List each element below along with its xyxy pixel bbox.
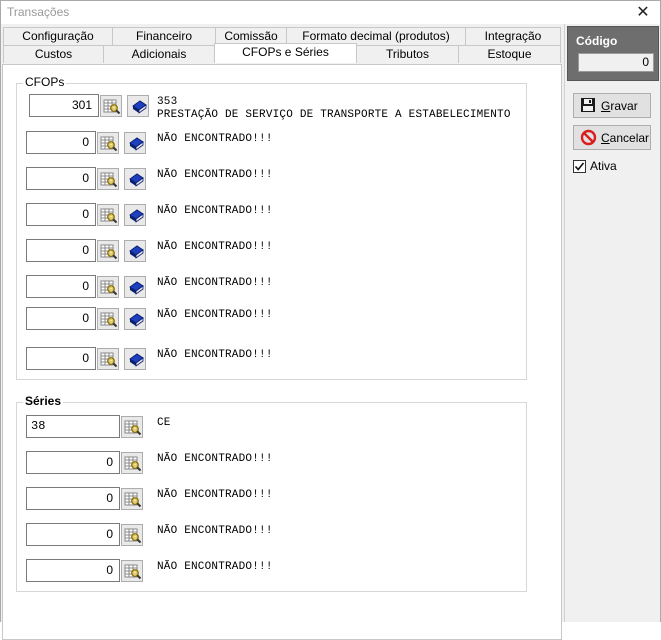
cancel-circle-icon (580, 129, 597, 146)
title-bar: Transações ✕ (1, 1, 660, 24)
cfops-description-line2: PRESTAÇÃO DE SERVIÇO DE TRANSPORTE A EST… (157, 109, 511, 121)
series-code-input[interactable]: 0 (26, 523, 120, 546)
search-table-icon[interactable] (121, 416, 143, 438)
codigo-label: Código (576, 34, 618, 48)
blue-book-icon[interactable] (124, 168, 146, 190)
cfops-description: NÃO ENCONTRADO!!! (157, 309, 273, 321)
series-description: NÃO ENCONTRADO!!! (157, 561, 273, 573)
cfops-group: CFOPs (16, 75, 527, 380)
cfops-description: NÃO ENCONTRADO!!! (157, 133, 273, 145)
series-description: NÃO ENCONTRADO!!! (157, 453, 273, 465)
search-table-icon[interactable] (97, 276, 119, 298)
blue-book-icon[interactable] (124, 348, 146, 370)
tab-adicionais[interactable]: Adicionais (103, 45, 215, 63)
search-table-icon[interactable] (121, 560, 143, 582)
tab-integracao[interactable]: Integração (465, 27, 561, 45)
cfops-description: NÃO ENCONTRADO!!! (157, 205, 273, 217)
blue-book-icon[interactable] (127, 95, 149, 117)
blue-book-icon[interactable] (124, 240, 146, 262)
tab-cfops-e-series[interactable]: CFOPs e Séries (214, 43, 357, 63)
cfops-series-panel: CFOPs 301 353 PRESTAÇÃO DE SERVIÇO DE TRAN… (2, 64, 562, 640)
cfops-code-input[interactable]: 301 (29, 94, 99, 117)
cfops-description: NÃO ENCONTRADO!!! (157, 277, 273, 289)
search-table-icon[interactable] (97, 204, 119, 226)
blue-book-icon[interactable] (124, 308, 146, 330)
cfops-group-label: CFOPs (23, 75, 67, 89)
floppy-disk-icon (581, 98, 595, 112)
series-description: NÃO ENCONTRADO!!! (157, 489, 273, 501)
codigo-field[interactable]: 0 (578, 53, 654, 72)
ativa-checkbox[interactable] (573, 160, 586, 173)
checkmark-icon (574, 162, 585, 171)
series-code-input[interactable]: 0 (26, 487, 120, 510)
tab-custos[interactable]: Custos (3, 45, 104, 63)
search-table-icon[interactable] (97, 132, 119, 154)
search-table-icon[interactable] (97, 348, 119, 370)
series-group-label: Séries (23, 394, 64, 408)
side-panel: Código 0 Gravar Cancelar Ativa (564, 24, 660, 622)
cancelar-button[interactable]: Cancelar (573, 125, 651, 150)
series-code-input[interactable]: 38 (26, 415, 120, 438)
gravar-button[interactable]: Gravar (573, 93, 651, 118)
cfops-description: NÃO ENCONTRADO!!! (157, 169, 273, 181)
search-table-icon[interactable] (100, 95, 122, 117)
gravar-label: Gravar (601, 99, 638, 113)
cfops-description: NÃO ENCONTRADO!!! (157, 241, 273, 253)
series-code-input[interactable]: 0 (26, 559, 120, 582)
cfops-code-input[interactable]: 0 (26, 131, 96, 154)
tab-estoque[interactable]: Estoque (458, 45, 561, 63)
transacoes-window: Transações ✕ Configuração Financeiro Com… (0, 0, 661, 640)
tab-tributos[interactable]: Tributos (356, 45, 459, 63)
cfops-code-input[interactable]: 0 (26, 307, 96, 330)
blue-book-icon[interactable] (124, 276, 146, 298)
tab-configuracao[interactable]: Configuração (3, 27, 113, 45)
series-description: NÃO ENCONTRADO!!! (157, 525, 273, 537)
cfops-code-input[interactable]: 0 (26, 167, 96, 190)
blue-book-icon[interactable] (124, 132, 146, 154)
series-code-input[interactable]: 0 (26, 451, 120, 474)
search-table-icon[interactable] (121, 488, 143, 510)
blue-book-icon[interactable] (124, 204, 146, 226)
codigo-box: Código 0 (567, 26, 659, 81)
ativa-label: Ativa (590, 159, 617, 173)
search-table-icon[interactable] (97, 308, 119, 330)
cfops-code-input[interactable]: 0 (26, 275, 96, 298)
cfops-code-input[interactable]: 0 (26, 347, 96, 370)
close-icon[interactable]: ✕ (634, 3, 652, 21)
tab-financeiro[interactable]: Financeiro (112, 27, 216, 45)
search-table-icon[interactable] (97, 240, 119, 262)
search-table-icon[interactable] (121, 452, 143, 474)
cfops-code-input[interactable]: 0 (26, 203, 96, 226)
window-title: Transações (7, 5, 70, 19)
cfops-code-input[interactable]: 0 (26, 239, 96, 262)
series-description: CE (157, 417, 171, 429)
tabs-area: Configuração Financeiro Comissão Formato… (1, 24, 564, 640)
search-table-icon[interactable] (97, 168, 119, 190)
cfops-description: NÃO ENCONTRADO!!! (157, 349, 273, 361)
search-table-icon[interactable] (121, 524, 143, 546)
cancelar-label: Cancelar (601, 131, 650, 145)
cfops-description: 353 (157, 96, 178, 108)
